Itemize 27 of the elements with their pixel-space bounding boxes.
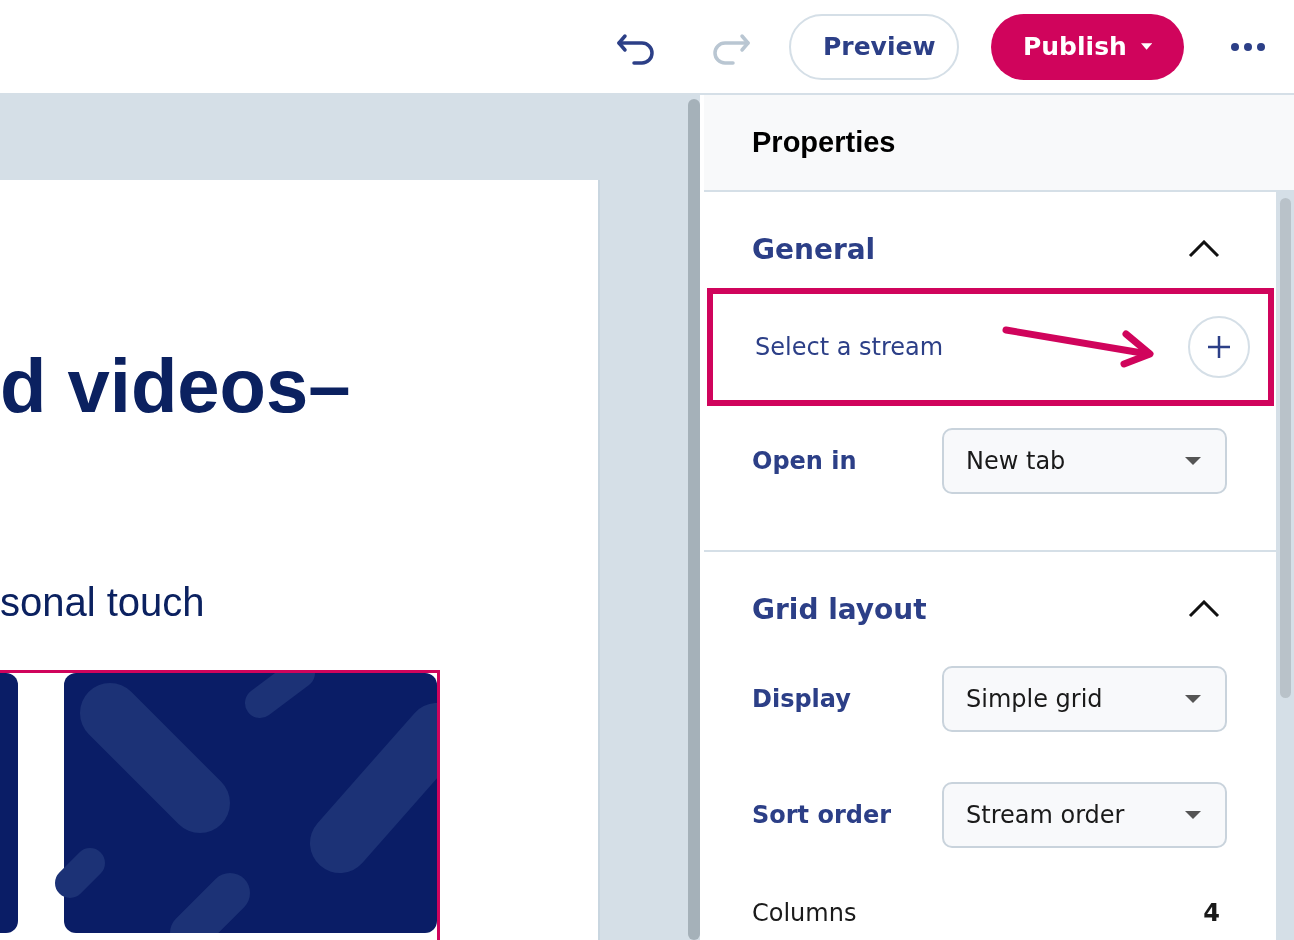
scrollbar-thumb[interactable]	[1279, 198, 1291, 698]
dropdown[interactable]: Simple grid	[942, 666, 1227, 732]
field-label: Display	[752, 685, 852, 713]
dropdown[interactable]: Stream order	[942, 782, 1227, 848]
caret-icon	[1185, 457, 1201, 465]
stream-picker[interactable]: Select a stream	[707, 288, 1274, 406]
field-value: 4	[1203, 899, 1220, 927]
page-subheading: sonal touch	[0, 582, 206, 622]
field-label: Columns	[752, 899, 858, 927]
panel-title: Properties	[752, 126, 896, 159]
preview-button[interactable]: Preview	[789, 13, 959, 80]
scrollbar-thumb[interactable]	[688, 99, 700, 940]
page-heading: d videos–	[0, 348, 352, 424]
section-title: General	[752, 232, 876, 266]
chevron-up-icon[interactable]	[1188, 600, 1220, 618]
field-label: Open in	[752, 447, 858, 475]
chevron-up-icon[interactable]	[1188, 240, 1220, 258]
caret-icon	[1185, 811, 1201, 819]
plus-icon	[1208, 336, 1230, 358]
dropdown[interactable]: New tab	[942, 428, 1227, 494]
caret-icon	[1140, 42, 1152, 51]
field-label: Sort order	[752, 801, 893, 829]
publish-button[interactable]: Publish	[991, 13, 1184, 80]
more-icon[interactable]	[1230, 41, 1266, 52]
section-title: Grid layout	[752, 592, 927, 626]
caret-icon	[1185, 695, 1201, 703]
field-label: Select a stream	[755, 333, 944, 361]
